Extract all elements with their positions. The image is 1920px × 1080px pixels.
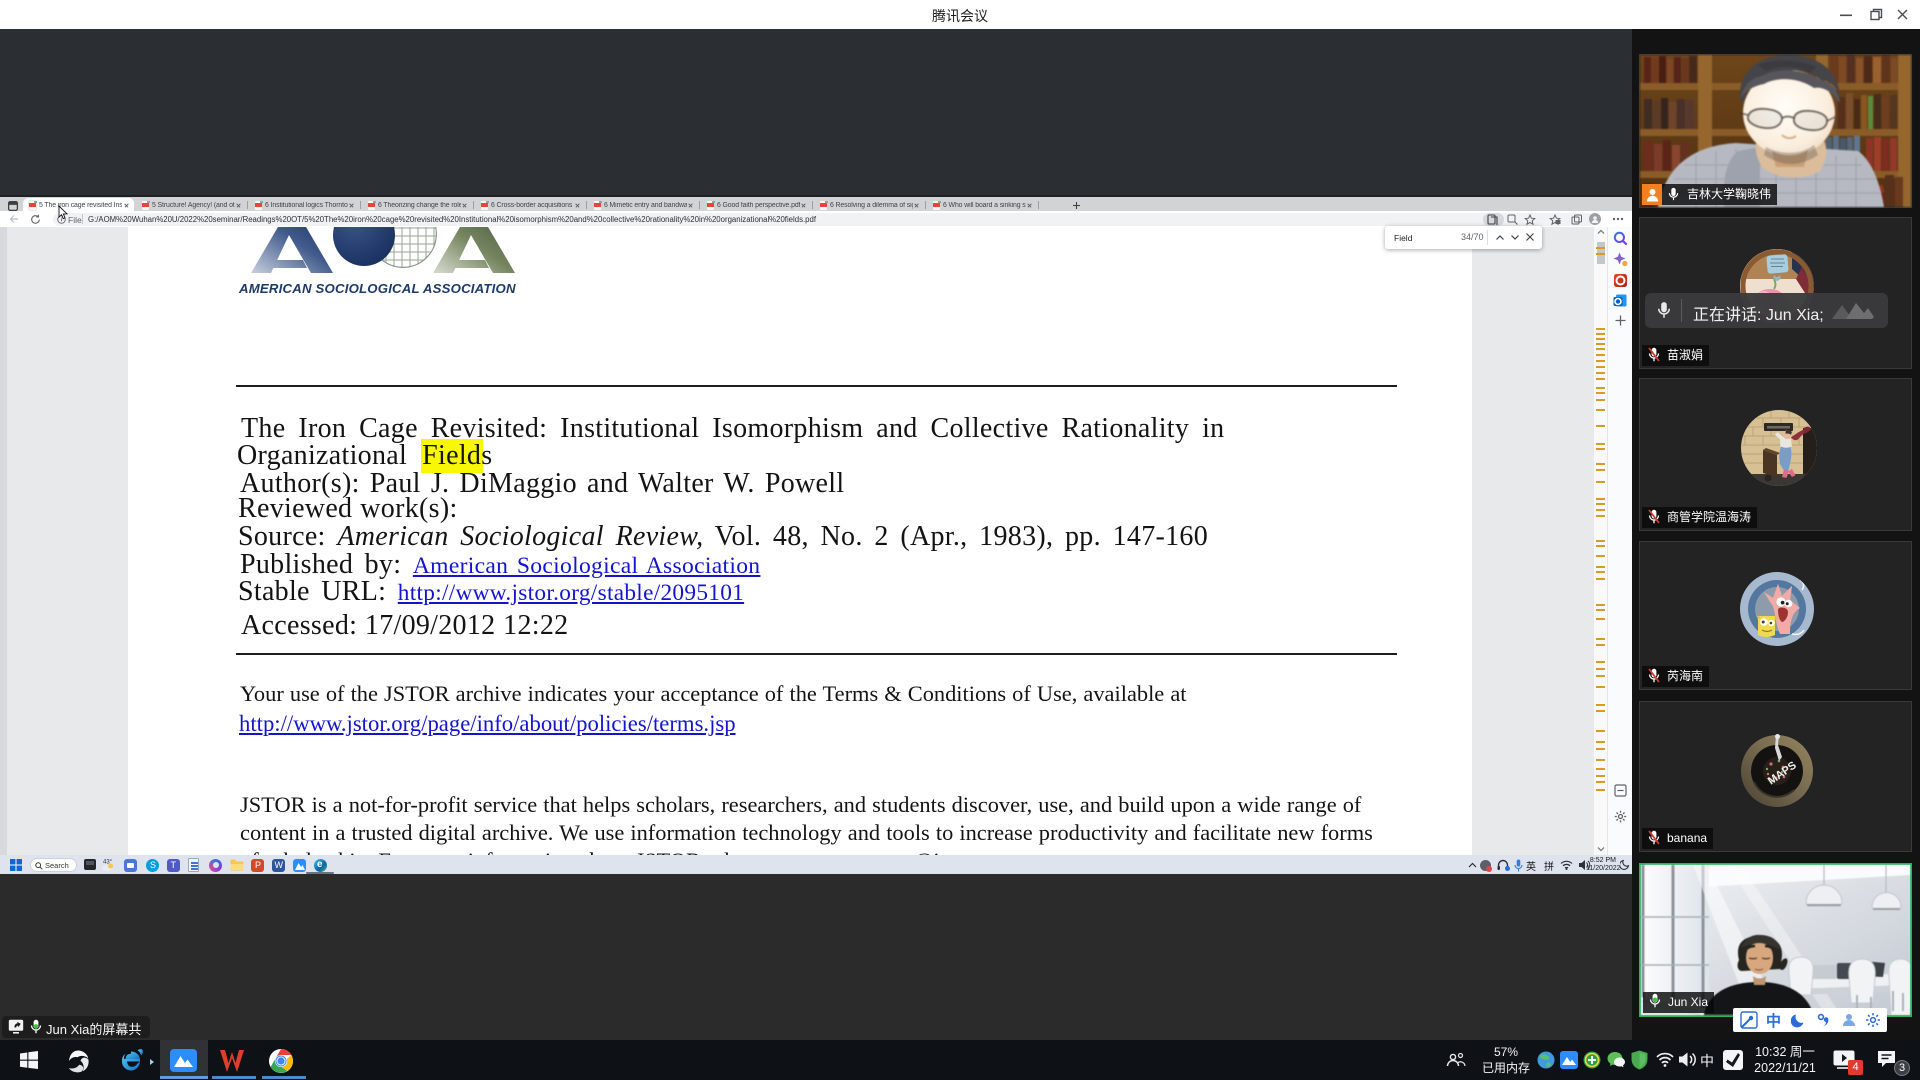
svg-text:AMERICAN SOCIOLOGICAL ASSOCIAT: AMERICAN SOCIOLOGICAL ASSOCIATION [238, 281, 516, 296]
